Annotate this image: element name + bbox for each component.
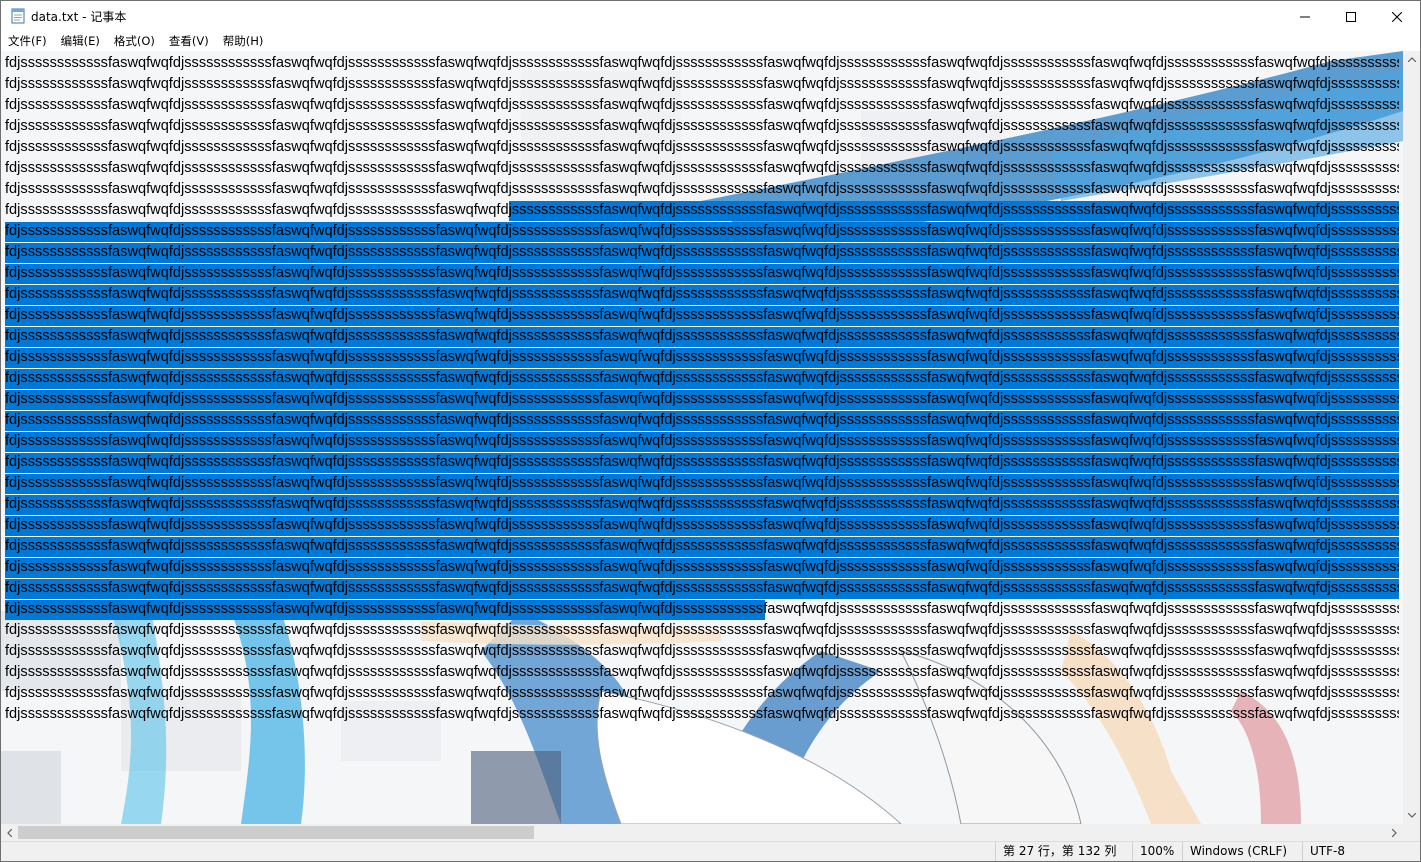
text-line[interactable]: fdjssssssssssssfaswqfwqfdjssssssssssssfa… xyxy=(5,389,1399,410)
line-text: fdjssssssssssssfaswqfwqfdjssssssssssssfa… xyxy=(5,139,1399,155)
maximize-button[interactable] xyxy=(1328,1,1374,32)
title-bar[interactable]: data.txt - 记事本 xyxy=(1,1,1420,32)
menu-bar: 文件(F) 编辑(E) 格式(O) 查看(V) 帮助(H) xyxy=(1,32,1420,51)
line-text: fdjssssssssssssfaswqfwqfdjssssssssssssfa… xyxy=(5,160,1399,176)
line-text: fdjssssssssssssfaswqfwqfdjssssssssssssfa… xyxy=(5,223,1399,239)
scroll-right-button[interactable] xyxy=(1386,824,1403,841)
text-line[interactable]: fdjssssssssssssfaswqfwqfdjssssssssssssfa… xyxy=(5,305,1399,326)
line-text: fdjssssssssssssfaswqfwqfdjssssssssssssfa… xyxy=(5,118,1399,134)
text-line[interactable]: fdjssssssssssssfaswqfwqfdjssssssssssssfa… xyxy=(5,557,1399,578)
text-line[interactable]: fdjssssssssssssfaswqfwqfdjssssssssssssfa… xyxy=(5,473,1399,494)
line-text: fdjssssssssssssfaswqfwqfdjssssssssssssfa… xyxy=(5,517,1399,533)
line-text: fdjssssssssssssfaswqfwqfdjssssssssssssfa… xyxy=(5,328,1399,344)
line-text: fdjssssssssssssfaswqfwqfdjssssssssssssfa… xyxy=(5,580,1399,596)
zoom-level: 100% xyxy=(1132,842,1182,861)
text-line[interactable]: fdjssssssssssssfaswqfwqfdjssssssssssssfa… xyxy=(5,326,1399,347)
menu-help[interactable]: 帮助(H) xyxy=(216,32,271,51)
line-text: fdjssssssssssssfaswqfwqfdjssssssssssssfa… xyxy=(5,601,1399,617)
line-text: fdjssssssssssssfaswqfwqfdjssssssssssssfa… xyxy=(5,181,1399,197)
text-line[interactable]: fdjssssssssssssfaswqfwqfdjssssssssssssfa… xyxy=(5,704,1399,725)
line-text: fdjssssssssssssfaswqfwqfdjssssssssssssfa… xyxy=(5,685,1399,701)
line-text: fdjssssssssssssfaswqfwqfdjssssssssssssfa… xyxy=(5,538,1399,554)
text-line[interactable]: fdjssssssssssssfaswqfwqfdjssssssssssssfa… xyxy=(5,53,1399,74)
text-line[interactable]: fdjssssssssssssfaswqfwqfdjssssssssssssfa… xyxy=(5,368,1399,389)
window-title: data.txt - 记事本 xyxy=(31,10,127,24)
line-text: fdjssssssssssssfaswqfwqfdjssssssssssssfa… xyxy=(5,412,1399,428)
text-line[interactable]: fdjssssssssssssfaswqfwqfdjssssssssssssfa… xyxy=(5,116,1399,137)
text-line[interactable]: fdjssssssssssssfaswqfwqfdjssssssssssssfa… xyxy=(5,620,1399,641)
text-line[interactable]: fdjssssssssssssfaswqfwqfdjssssssssssssfa… xyxy=(5,179,1399,200)
text-line[interactable]: fdjssssssssssssfaswqfwqfdjssssssssssssfa… xyxy=(5,578,1399,599)
text-line[interactable]: fdjssssssssssssfaswqfwqfdjssssssssssssfa… xyxy=(5,599,1399,620)
line-text: fdjssssssssssssfaswqfwqfdjssssssssssssfa… xyxy=(5,370,1399,386)
text-line[interactable]: fdjssssssssssssfaswqfwqfdjssssssssssssfa… xyxy=(5,410,1399,431)
scroll-up-button[interactable] xyxy=(1403,51,1420,68)
line-text: fdjssssssssssssfaswqfwqfdjssssssssssssfa… xyxy=(5,286,1399,302)
line-text: fdjssssssssssssfaswqfwqfdjssssssssssssfa… xyxy=(5,307,1399,323)
text-line[interactable]: fdjssssssssssssfaswqfwqfdjssssssssssssfa… xyxy=(5,263,1399,284)
text-line[interactable]: fdjssssssssssssfaswqfwqfdjssssssssssssfa… xyxy=(5,200,1399,221)
text-line[interactable]: fdjssssssssssssfaswqfwqfdjssssssssssssfa… xyxy=(5,221,1399,242)
text-line[interactable]: fdjssssssssssssfaswqfwqfdjssssssssssssfa… xyxy=(5,662,1399,683)
line-text: fdjssssssssssssfaswqfwqfdjssssssssssssfa… xyxy=(5,559,1399,575)
line-text: fdjssssssssssssfaswqfwqfdjssssssssssssfa… xyxy=(5,475,1399,491)
horizontal-scrollbar[interactable] xyxy=(1,824,1403,841)
line-text: fdjssssssssssssfaswqfwqfdjssssssssssssfa… xyxy=(5,496,1399,512)
line-text: fdjssssssssssssfaswqfwqfdjssssssssssssfa… xyxy=(5,265,1399,281)
vertical-scrollbar[interactable] xyxy=(1403,51,1420,824)
cursor-position: 第 27 行，第 132 列 xyxy=(995,842,1132,861)
text-line[interactable]: fdjssssssssssssfaswqfwqfdjssssssssssssfa… xyxy=(5,74,1399,95)
text-line[interactable]: fdjssssssssssssfaswqfwqfdjssssssssssssfa… xyxy=(5,515,1399,536)
text-line[interactable]: fdjssssssssssssfaswqfwqfdjssssssssssssfa… xyxy=(5,641,1399,662)
chevron-left-icon xyxy=(7,828,12,837)
line-text: fdjssssssssssssfaswqfwqfdjssssssssssssfa… xyxy=(5,97,1399,113)
scrollbar-corner xyxy=(1403,824,1420,841)
line-text: fdjssssssssssssfaswqfwqfdjssssssssssssfa… xyxy=(5,433,1399,449)
text-line[interactable]: fdjssssssssssssfaswqfwqfdjssssssssssssfa… xyxy=(5,683,1399,704)
close-icon xyxy=(1392,11,1402,22)
scroll-down-button[interactable] xyxy=(1403,807,1420,824)
menu-edit[interactable]: 编辑(E) xyxy=(54,32,107,51)
text-content[interactable]: fdjssssssssssssfaswqfwqfdjssssssssssssfa… xyxy=(5,53,1399,725)
text-line[interactable]: fdjssssssssssssfaswqfwqfdjssssssssssssfa… xyxy=(5,494,1399,515)
text-line[interactable]: fdjssssssssssssfaswqfwqfdjssssssssssssfa… xyxy=(5,452,1399,473)
chevron-up-icon xyxy=(1407,57,1416,62)
encoding: UTF-8 xyxy=(1302,842,1420,861)
line-text: fdjssssssssssssfaswqfwqfdjssssssssssssfa… xyxy=(5,55,1399,71)
text-line[interactable]: fdjssssssssssssfaswqfwqfdjssssssssssssfa… xyxy=(5,347,1399,368)
line-ending: Windows (CRLF) xyxy=(1182,842,1302,861)
notepad-window: data.txt - 记事本 文件(F) 编辑(E) 格式(O) 查看(V) 帮… xyxy=(0,0,1421,862)
horizontal-scroll-thumb[interactable] xyxy=(18,826,534,839)
notepad-icon xyxy=(11,8,25,24)
line-text: fdjssssssssssssfaswqfwqfdjssssssssssssfa… xyxy=(5,664,1399,680)
menu-view[interactable]: 查看(V) xyxy=(162,32,216,51)
status-bar: 第 27 行，第 132 列 100% Windows (CRLF) UTF-8 xyxy=(1,841,1420,861)
line-text: fdjssssssssssssfaswqfwqfdjssssssssssssfa… xyxy=(5,76,1399,92)
maximize-icon xyxy=(1346,11,1356,22)
line-text: fdjssssssssssssfaswqfwqfdjssssssssssssfa… xyxy=(5,391,1399,407)
line-text: fdjssssssssssssfaswqfwqfdjssssssssssssfa… xyxy=(5,454,1399,470)
line-text: fdjssssssssssssfaswqfwqfdjssssssssssssfa… xyxy=(5,349,1399,365)
text-line[interactable]: fdjssssssssssssfaswqfwqfdjssssssssssssfa… xyxy=(5,95,1399,116)
line-text: fdjssssssssssssfaswqfwqfdjssssssssssssfa… xyxy=(5,622,1399,638)
close-button[interactable] xyxy=(1374,1,1420,32)
menu-file[interactable]: 文件(F) xyxy=(1,32,54,51)
text-line[interactable]: fdjssssssssssssfaswqfwqfdjssssssssssssfa… xyxy=(5,242,1399,263)
text-editor[interactable]: fdjssssssssssssfaswqfwqfdjssssssssssssfa… xyxy=(1,51,1403,824)
menu-format[interactable]: 格式(O) xyxy=(107,32,162,51)
chevron-right-icon xyxy=(1392,828,1397,837)
line-text: fdjssssssssssssfaswqfwqfdjssssssssssssfa… xyxy=(5,706,1399,722)
scroll-left-button[interactable] xyxy=(1,824,18,841)
text-line[interactable]: fdjssssssssssssfaswqfwqfdjssssssssssssfa… xyxy=(5,431,1399,452)
chevron-down-icon xyxy=(1407,813,1416,818)
text-line[interactable]: fdjssssssssssssfaswqfwqfdjssssssssssssfa… xyxy=(5,158,1399,179)
line-text: fdjssssssssssssfaswqfwqfdjssssssssssssfa… xyxy=(5,244,1399,260)
minimize-button[interactable] xyxy=(1282,1,1328,32)
minimize-icon xyxy=(1300,16,1310,17)
text-line[interactable]: fdjssssssssssssfaswqfwqfdjssssssssssssfa… xyxy=(5,137,1399,158)
line-text: fdjssssssssssssfaswqfwqfdjssssssssssssfa… xyxy=(5,202,1399,218)
line-text: fdjssssssssssssfaswqfwqfdjssssssssssssfa… xyxy=(5,643,1399,659)
text-line[interactable]: fdjssssssssssssfaswqfwqfdjssssssssssssfa… xyxy=(5,284,1399,305)
text-line[interactable]: fdjssssssssssssfaswqfwqfdjssssssssssssfa… xyxy=(5,536,1399,557)
